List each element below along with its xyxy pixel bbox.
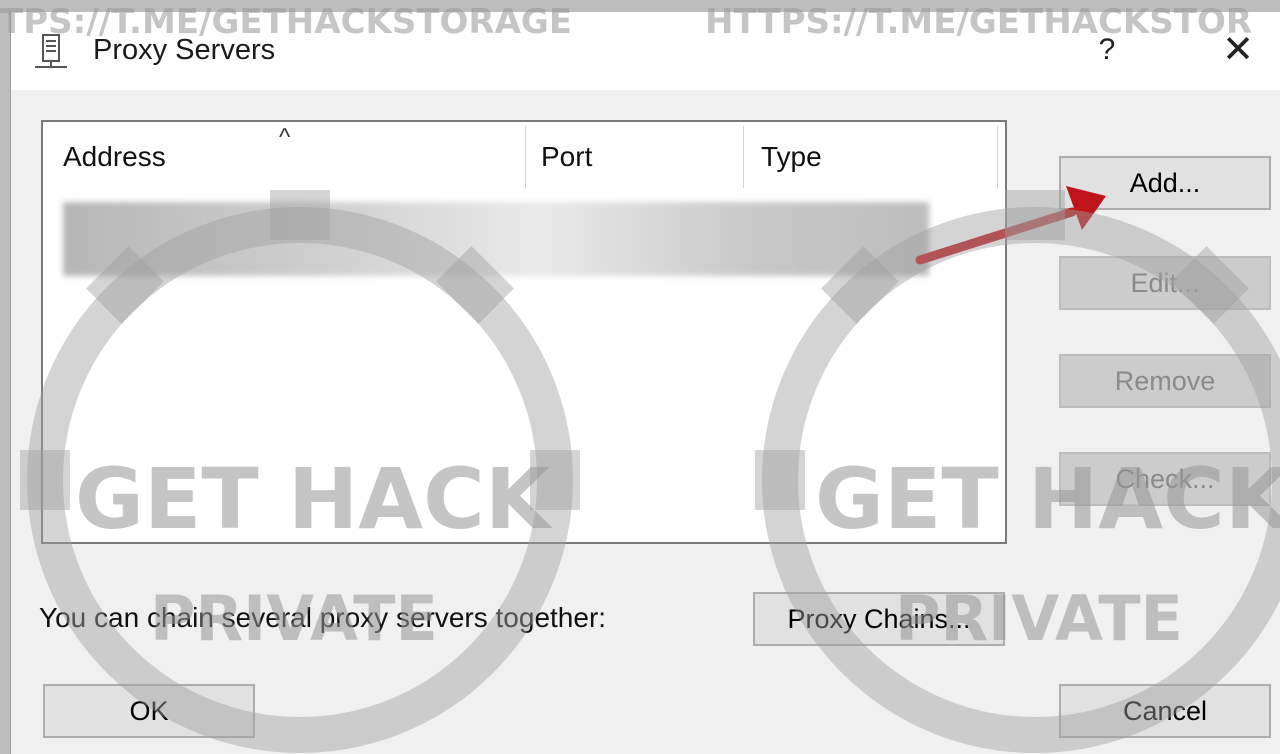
ok-button[interactable]: OK — [43, 684, 255, 738]
proxy-chains-button[interactable]: Proxy Chains... — [753, 592, 1005, 646]
help-button[interactable]: ? — [1087, 30, 1127, 70]
column-header-port[interactable]: Port — [541, 122, 741, 188]
title-bar: Proxy Servers ? ✕ — [11, 12, 1280, 90]
column-divider[interactable] — [525, 126, 526, 188]
column-header-type[interactable]: Type — [761, 122, 991, 188]
column-divider[interactable] — [997, 126, 998, 188]
proxy-row-blurred[interactable] — [63, 202, 929, 276]
proxy-list[interactable]: Address ^ Port Type — [41, 120, 1007, 544]
close-button[interactable]: ✕ — [1215, 30, 1261, 70]
proxy-servers-dialog: Proxy Servers ? ✕ Address ^ Port Type Ad… — [10, 12, 1280, 754]
column-divider[interactable] — [743, 126, 744, 188]
check-button[interactable]: Check... — [1059, 452, 1271, 506]
remove-button[interactable]: Remove — [1059, 354, 1271, 408]
sort-ascending-icon: ^ — [279, 124, 291, 151]
cancel-button[interactable]: Cancel — [1059, 684, 1271, 738]
add-button[interactable]: Add... — [1059, 156, 1271, 210]
window-title: Proxy Servers — [93, 34, 276, 66]
server-icon — [35, 34, 67, 68]
column-header-address[interactable]: Address — [63, 122, 523, 188]
edit-button[interactable]: Edit... — [1059, 256, 1271, 310]
chain-description: You can chain several proxy servers toge… — [39, 602, 607, 633]
